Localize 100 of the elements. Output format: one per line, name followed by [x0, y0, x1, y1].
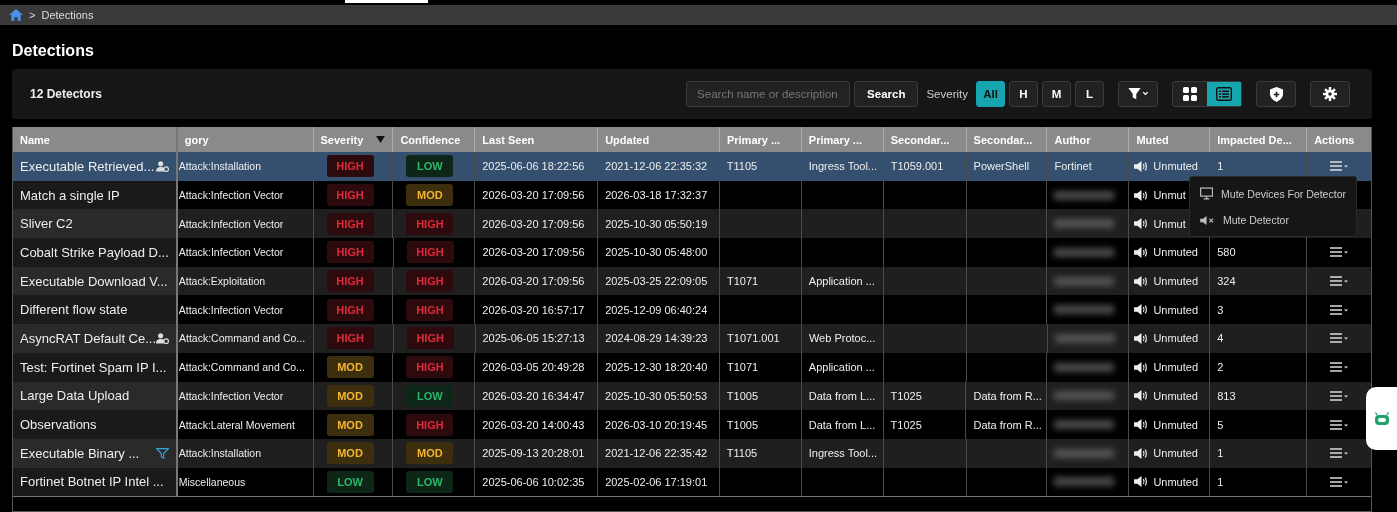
confidence-badge: LOW: [406, 384, 454, 407]
confidence-badge: MOD: [406, 442, 454, 465]
table-cell: 2025-10-30 05:48:00: [605, 246, 708, 259]
severity-badge: MOD: [326, 384, 374, 407]
confidence-badge: MOD: [406, 184, 454, 207]
table-cell: 2021-12-06 22:35:32: [605, 160, 708, 173]
shield-button[interactable]: [1256, 81, 1296, 107]
actions-menu-button[interactable]: [1328, 446, 1350, 461]
table-cell: 2026-03-18 17:32:37: [605, 189, 708, 202]
confidence-badge: HIGH: [406, 241, 454, 264]
table-cell: 2026-03-10 20:19:45: [605, 418, 708, 431]
table-cell: 2025-06-06 10:02:35: [482, 475, 585, 488]
impacted-count: 580: [1217, 246, 1236, 259]
confidence-badge: HIGH: [406, 298, 454, 321]
severity-badge: LOW: [326, 470, 374, 493]
table-cell: 2026-03-20 16:34:47: [482, 389, 585, 402]
detector-name[interactable]: Executable Retrieved...: [20, 158, 155, 174]
mute-status: Unmuted: [1153, 332, 1199, 345]
severity-badge: HIGH: [326, 155, 374, 178]
severity-filter-button[interactable]: H: [1009, 81, 1038, 107]
shield-icon: [1269, 86, 1283, 102]
impacted-count: 324: [1217, 275, 1236, 288]
monitor-icon: [1199, 187, 1214, 200]
severity-badge: HIGH: [326, 270, 374, 293]
table-cell: 2025-10-30 05:50:53: [605, 389, 708, 402]
speaker-icon: [1134, 303, 1150, 317]
filter-dropdown-button[interactable]: [1118, 81, 1158, 107]
category-text: Attack:Command and Co...: [178, 361, 305, 374]
severity-badge: MOD: [326, 442, 374, 465]
category-text: Attack:Infection Vector: [178, 246, 284, 259]
table-cell: T1025: [890, 389, 922, 402]
home-icon[interactable]: [9, 9, 23, 21]
category-text: Attack:Installation: [178, 160, 262, 173]
impacted-count: 4: [1217, 332, 1224, 345]
table-cell: Application ...: [808, 275, 875, 288]
user-gear-icon: [155, 160, 169, 172]
list-view-button[interactable]: [1207, 82, 1241, 106]
severity-label: Severity: [926, 88, 968, 100]
severity-filter-button[interactable]: M: [1042, 81, 1071, 107]
category-text: Attack:Infection Vector: [178, 303, 284, 316]
mute-status: Unmuted: [1153, 447, 1198, 460]
category-text: Attack:Installation: [178, 447, 262, 460]
speaker-icon: [1134, 446, 1150, 460]
table-cell: Data from L...: [808, 418, 876, 431]
table-cell: 2025-03-25 22:09:05: [605, 275, 708, 288]
mute-status: Unmuted: [1153, 418, 1198, 431]
settings-button[interactable]: [1310, 81, 1350, 107]
category-text: Attack:Infection Vector: [178, 189, 284, 202]
severity-filter-button[interactable]: L: [1075, 81, 1104, 107]
severity-badge: HIGH: [326, 241, 374, 264]
table-cell: Application ...: [808, 361, 875, 374]
mute-status: Unmuted: [1153, 275, 1198, 288]
table-cell: Web Protoc...: [808, 332, 876, 345]
table-cell: T1105: [726, 447, 758, 460]
search-field[interactable]: Search name or description: [686, 81, 851, 107]
actions-menu-button[interactable]: [1328, 245, 1350, 260]
mute-status: Unmuted: [1153, 389, 1198, 402]
severity-badge: HIGH: [326, 212, 374, 235]
speaker-icon: [1134, 331, 1150, 345]
actions-menu-button[interactable]: [1328, 388, 1350, 403]
speaker-icon: [1134, 245, 1150, 259]
mute-status: Unmuted: [1153, 475, 1198, 488]
mute-icon: [1199, 214, 1215, 226]
mute-status: Unmut: [1153, 217, 1186, 230]
category-text: Attack:Infection Vector: [178, 389, 284, 402]
speaker-icon: [1134, 475, 1150, 489]
speaker-icon: [1134, 360, 1150, 374]
speaker-icon: [1134, 418, 1150, 432]
detector-name[interactable]: Sliver C2: [20, 216, 73, 232]
actions-menu-button[interactable]: [1328, 159, 1350, 174]
table-cell: T1071: [726, 275, 759, 288]
impacted-count: 2: [1217, 361, 1224, 374]
severity-filter-button[interactable]: All: [976, 81, 1005, 107]
confidence-badge: LOW: [406, 155, 454, 178]
speaker-icon: [1134, 159, 1150, 173]
menu-item[interactable]: Mute Devices For Detector: [1189, 180, 1356, 207]
impacted-count: 813: [1217, 389, 1236, 402]
table-cell: T1105: [726, 160, 758, 173]
menu-item[interactable]: Mute Detector: [1189, 207, 1356, 233]
table-cell: T1005: [726, 389, 759, 402]
table-cell: T1059.001: [890, 160, 944, 173]
table-cell: T1071: [726, 361, 759, 374]
table-cell: 2025-02-06 17:19:01: [605, 475, 708, 488]
impacted-count: 3: [1217, 303, 1224, 316]
filter-icon: [155, 447, 169, 459]
list-icon: [1216, 87, 1232, 101]
category-text: Miscellaneous: [178, 475, 246, 488]
table-cell: PowerShell: [973, 160, 1030, 173]
search-button[interactable]: Search: [854, 81, 919, 107]
breadcrumb-item[interactable]: Detections: [41, 9, 94, 21]
assistant-tab[interactable]: [1366, 387, 1397, 450]
actions-menu-button[interactable]: [1328, 417, 1350, 432]
mute-status: Unmuted: [1153, 361, 1198, 374]
mute-status: Unmuted: [1153, 160, 1198, 173]
speaker-icon: [1134, 188, 1150, 202]
sort-descending-icon[interactable]: [376, 136, 386, 143]
table-cell: 2026-03-20 17:09:56: [482, 189, 585, 202]
confidence-badge: HIGH: [406, 356, 454, 379]
severity-badge: MOD: [326, 356, 374, 379]
table-cell: 2026-03-20 17:09:56: [482, 217, 585, 230]
